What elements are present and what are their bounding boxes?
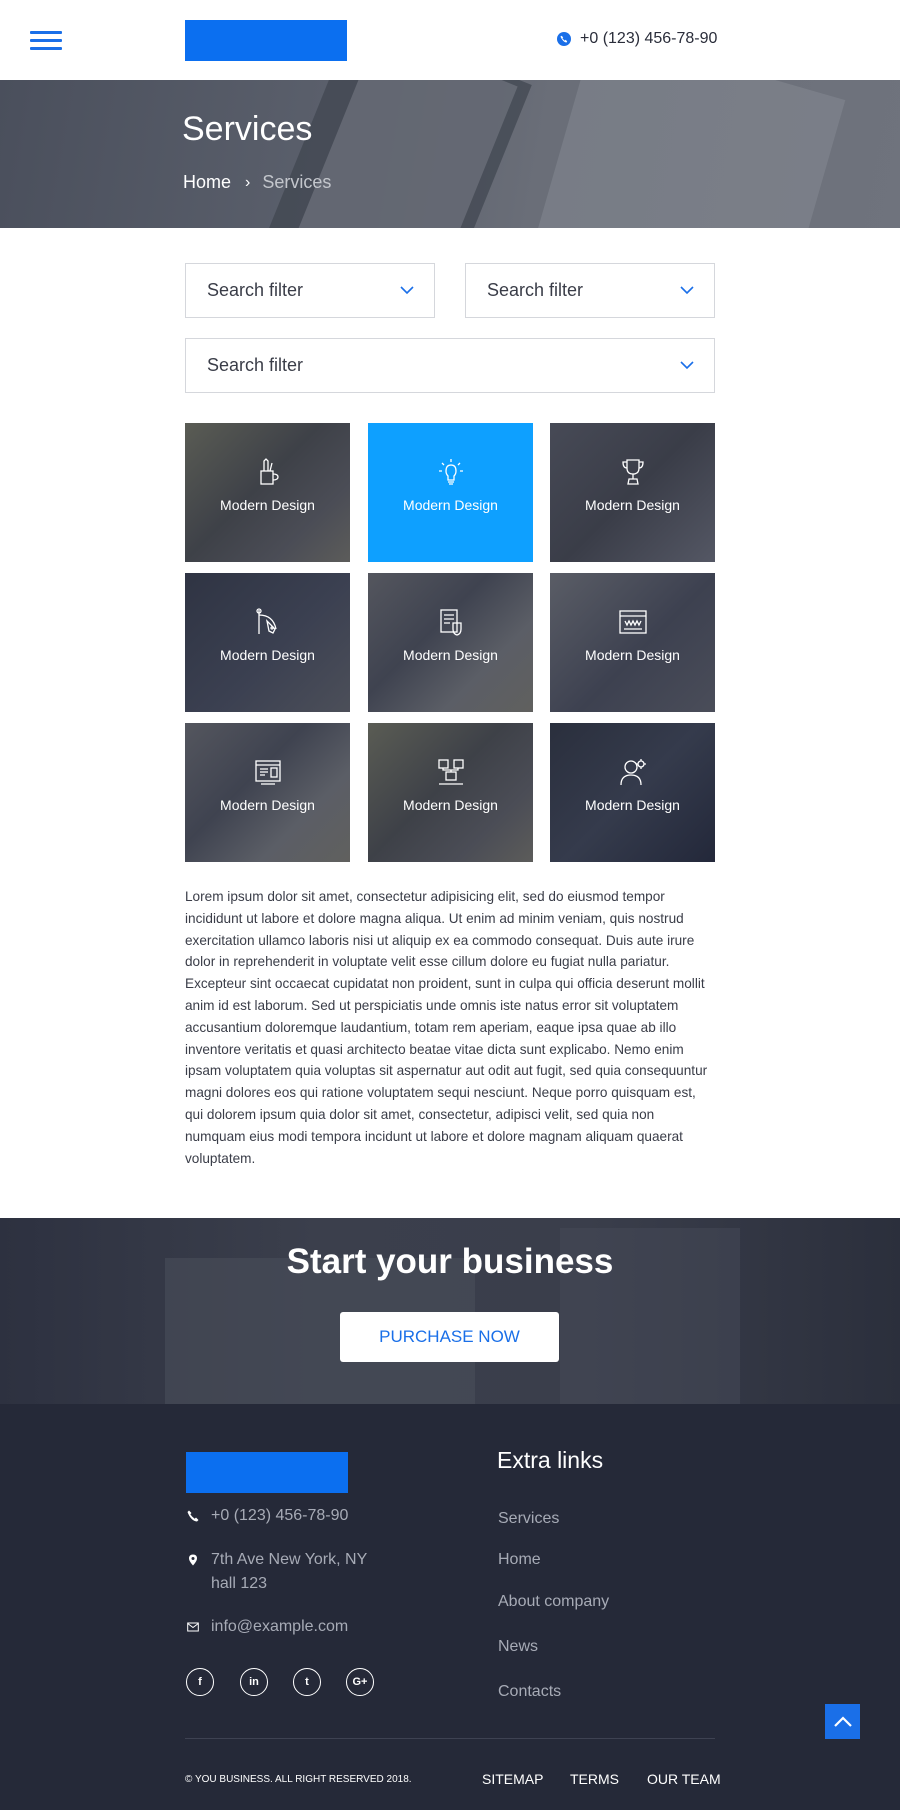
services-description: Lorem ipsum dolor sit amet, consectetur … <box>185 889 708 1166</box>
service-tile[interactable]: Modern Design <box>185 423 350 562</box>
service-tile[interactable]: Modern Design <box>368 573 533 712</box>
logo[interactable] <box>185 20 347 61</box>
breadcrumb-current: Services <box>262 172 332 192</box>
pencil-cup-icon <box>259 458 279 485</box>
linkedin-icon[interactable]: in <box>240 1668 268 1696</box>
network-icon <box>437 759 464 785</box>
footer-address: 7th Ave New York, NY hall 123 <box>187 1548 367 1596</box>
cta-title: Start your business <box>286 1242 614 1281</box>
chevron-down-icon <box>680 361 694 370</box>
footer-link-services[interactable]: Services <box>498 1510 559 1528</box>
service-tile[interactable]: Modern Design <box>550 423 715 562</box>
chevron-down-icon <box>680 286 694 295</box>
dashboard-icon <box>254 760 281 785</box>
service-tile[interactable]: Modern Design <box>368 423 533 562</box>
service-label: Modern Design <box>220 647 315 663</box>
service-tile[interactable]: Modern Design <box>550 723 715 862</box>
footer-link-home[interactable]: Home <box>498 1551 541 1569</box>
footer-phone[interactable]: +0 (123) 456-78-90 <box>187 1504 348 1528</box>
phone-icon <box>187 1510 199 1522</box>
breadcrumb-chevron-icon: › <box>245 173 251 191</box>
filter-select-1[interactable]: Search filter <box>185 263 435 318</box>
service-label: Modern Design <box>403 797 498 813</box>
footer-link-about[interactable]: About company <box>498 1593 609 1611</box>
design-tool-icon <box>255 608 277 634</box>
chevron-up-icon <box>833 1715 852 1727</box>
footer-email-text: info@example.com <box>211 1618 349 1635</box>
service-tile[interactable]: Modern Design <box>550 573 715 712</box>
service-label: Modern Design <box>403 497 498 513</box>
service-label: Modern Design <box>220 497 315 513</box>
address-line-2: hall 123 <box>211 1575 268 1592</box>
address-line-1: 7th Ave New York, NY <box>211 1551 368 1568</box>
header-phone[interactable]: +0 (123) 456-78-90 <box>557 30 717 48</box>
filter-select-2[interactable]: Search filter <box>465 263 715 318</box>
footer-phone-text: +0 (123) 456-78-90 <box>211 1507 349 1524</box>
service-tile[interactable]: Modern Design <box>185 723 350 862</box>
browser-window-icon <box>618 610 647 634</box>
service-label: Modern Design <box>220 797 315 813</box>
user-gear-icon <box>619 759 646 786</box>
sitemap-link[interactable]: SITEMAP <box>482 1771 543 1787</box>
document-shield-icon <box>439 609 462 636</box>
google-plus-icon[interactable]: G+ <box>346 1668 374 1696</box>
site-footer: +0 (123) 456-78-90 7th Ave New York, NY … <box>0 1404 900 1810</box>
scroll-to-top-button[interactable] <box>825 1704 860 1739</box>
breadcrumb-home-link[interactable]: Home <box>183 172 231 193</box>
facebook-icon[interactable]: f <box>186 1668 214 1696</box>
trophy-icon <box>621 459 644 485</box>
envelope-icon <box>187 1622 199 1632</box>
menu-icon[interactable] <box>30 31 62 51</box>
copyright: © YOU BUSINESS. ALL RIGHT RESERVED 2018. <box>185 1774 412 1785</box>
service-label: Modern Design <box>585 497 680 513</box>
service-tile[interactable]: Modern Design <box>185 573 350 712</box>
footer-link-contacts[interactable]: Contacts <box>498 1683 561 1701</box>
terms-link[interactable]: TERMS <box>570 1771 619 1787</box>
service-tile[interactable]: Modern Design <box>368 723 533 862</box>
footer-link-news[interactable]: News <box>498 1638 538 1656</box>
phone-icon <box>557 32 571 46</box>
footer-email[interactable]: info@example.com <box>187 1615 348 1639</box>
our-team-link[interactable]: OUR TEAM <box>647 1771 721 1787</box>
filter-label: Search filter <box>207 280 304 300</box>
lightbulb-icon <box>438 459 463 485</box>
site-header: +0 (123) 456-78-90 <box>0 0 900 80</box>
service-label: Modern Design <box>585 797 680 813</box>
extra-links-title: Extra links <box>497 1447 604 1473</box>
filter-label: Search filter <box>207 355 304 375</box>
cta-banner: Start your business PURCHASE NOW <box>0 1218 900 1404</box>
header-phone-text: +0 (123) 456-78-90 <box>580 30 718 47</box>
footer-divider <box>185 1738 715 1739</box>
filter-select-3[interactable]: Search filter <box>185 338 715 393</box>
service-label: Modern Design <box>403 647 498 663</box>
filter-label: Search filter <box>487 280 584 300</box>
chevron-down-icon <box>400 286 414 295</box>
service-label: Modern Design <box>585 647 680 663</box>
twitter-icon[interactable]: t <box>293 1668 321 1696</box>
page-title: Services <box>182 110 313 148</box>
breadcrumb: Home › Services <box>183 172 331 193</box>
page-hero: Services Home › Services <box>0 80 900 228</box>
footer-logo[interactable] <box>186 1452 348 1493</box>
purchase-button[interactable]: PURCHASE NOW <box>340 1312 559 1362</box>
map-pin-icon <box>189 1554 197 1566</box>
